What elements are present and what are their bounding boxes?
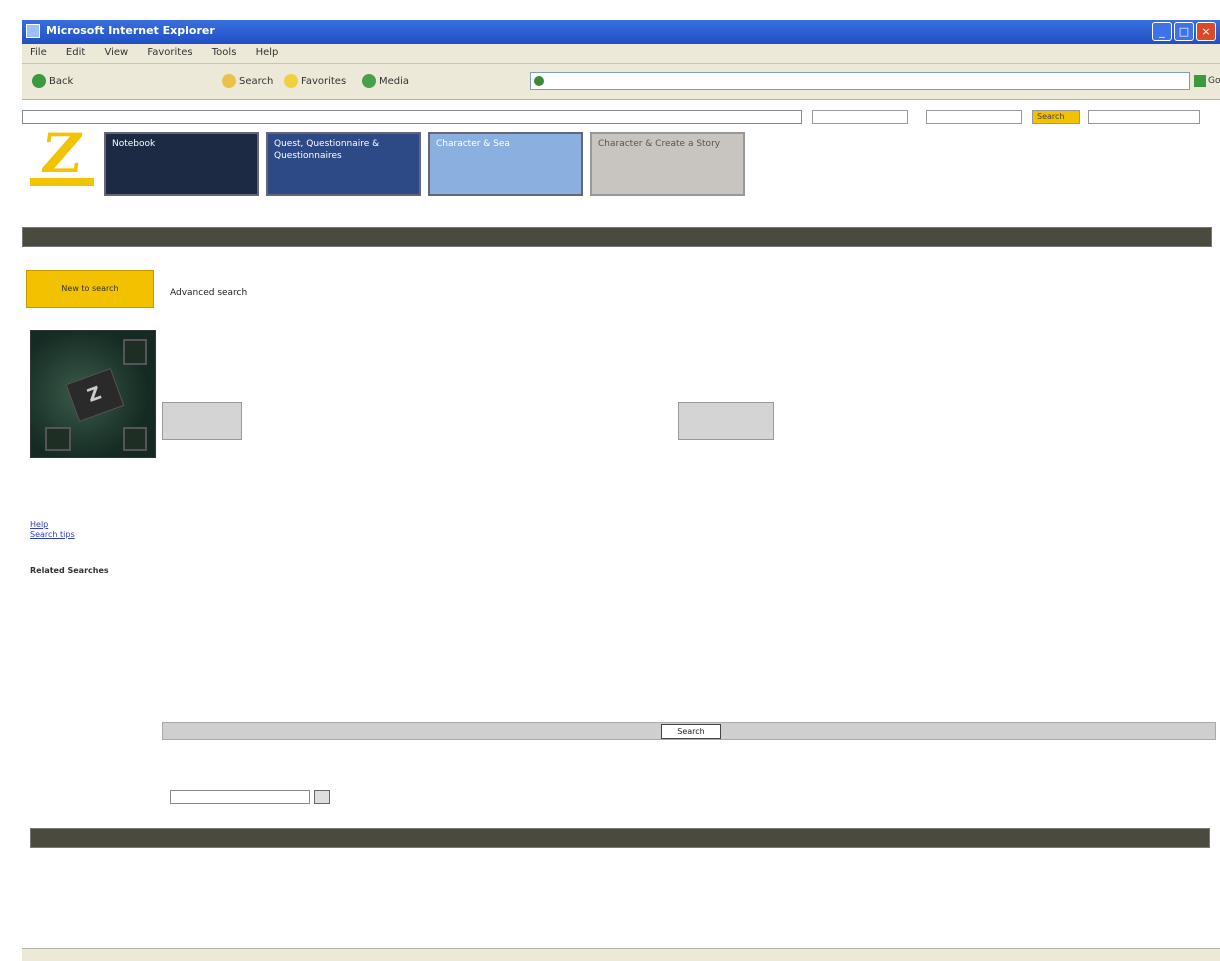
favorites-label: Favorites [301,76,347,87]
banner-2[interactable]: Character & Sea [428,132,583,196]
banner-1[interactable]: Quest, Questionnaire & Questionnaires [266,132,421,196]
jump-menu [170,790,358,804]
window-title: Microsoft Internet Explorer [46,24,215,37]
jump-go-button[interactable] [314,790,330,804]
media-label: Media [379,76,410,87]
close-button[interactable]: × [1196,22,1216,41]
window-titlebar: Microsoft Internet Explorer _ □ × [22,20,1220,44]
search-label: Search [239,76,274,87]
menu-file[interactable]: File [22,44,55,61]
new-search-button[interactable]: New to search [26,270,154,308]
menu-favorites[interactable]: Favorites [139,44,200,61]
go-arrow-icon [1194,74,1206,87]
maximize-button[interactable]: □ [1174,22,1194,41]
site-logo[interactable]: Z [30,121,94,188]
jump-select[interactable] [170,790,310,804]
logo-letter: Z [37,121,87,185]
menu-help[interactable]: Help [248,44,287,61]
favorites-button[interactable]: Favorites [284,74,346,90]
star-icon [284,74,298,88]
submit-bar: Search [162,722,1216,740]
search-go-button[interactable]: Search [1032,110,1080,124]
browser-toolbar: Back Search Favorites Media Go [22,64,1220,100]
media-icon [362,74,376,88]
option-label [162,402,242,440]
search-button[interactable]: Search [222,74,273,90]
page-title: Advanced search [170,288,248,298]
menu-bar: File Edit View Favorites Tools Help [22,44,1220,64]
status-bar [22,948,1220,961]
left-link-list: Help Search tips [30,520,75,540]
go-label: Go [1208,76,1220,86]
back-label: Back [49,76,74,87]
option-values[interactable] [246,402,666,406]
option-label [678,402,774,440]
product-cover-image [30,330,156,458]
minimize-button[interactable]: _ [1152,22,1172,41]
ie-icon [26,24,40,38]
banner-3[interactable]: Character & Create a Story [590,132,745,196]
media-button[interactable]: Media [362,74,409,90]
site-search-input[interactable] [22,110,802,124]
search-category-select[interactable] [812,110,908,124]
category-nav-bar [22,227,1212,247]
left-heading: Related Searches [30,566,109,575]
search-scope-select[interactable] [926,110,1022,124]
menu-tools[interactable]: Tools [204,44,245,61]
left-link-tips[interactable]: Search tips [30,530,75,540]
footer-bar [30,828,1210,848]
back-arrow-icon [32,74,46,88]
search-submit-button[interactable]: Search [661,724,721,739]
address-bar[interactable] [530,72,1190,90]
menu-edit[interactable]: Edit [58,44,93,61]
left-link-help[interactable]: Help [30,520,75,530]
page-content: Search Z Notebook Quest, Questionnaire &… [22,100,1220,948]
banner-0[interactable]: Notebook [104,132,259,196]
go-button[interactable]: Go [1194,72,1220,90]
option-values[interactable] [778,402,1208,406]
menu-view[interactable]: View [96,44,136,61]
back-button[interactable]: Back [32,74,73,90]
advanced-search-link[interactable] [1088,110,1200,124]
search-icon [222,74,236,88]
